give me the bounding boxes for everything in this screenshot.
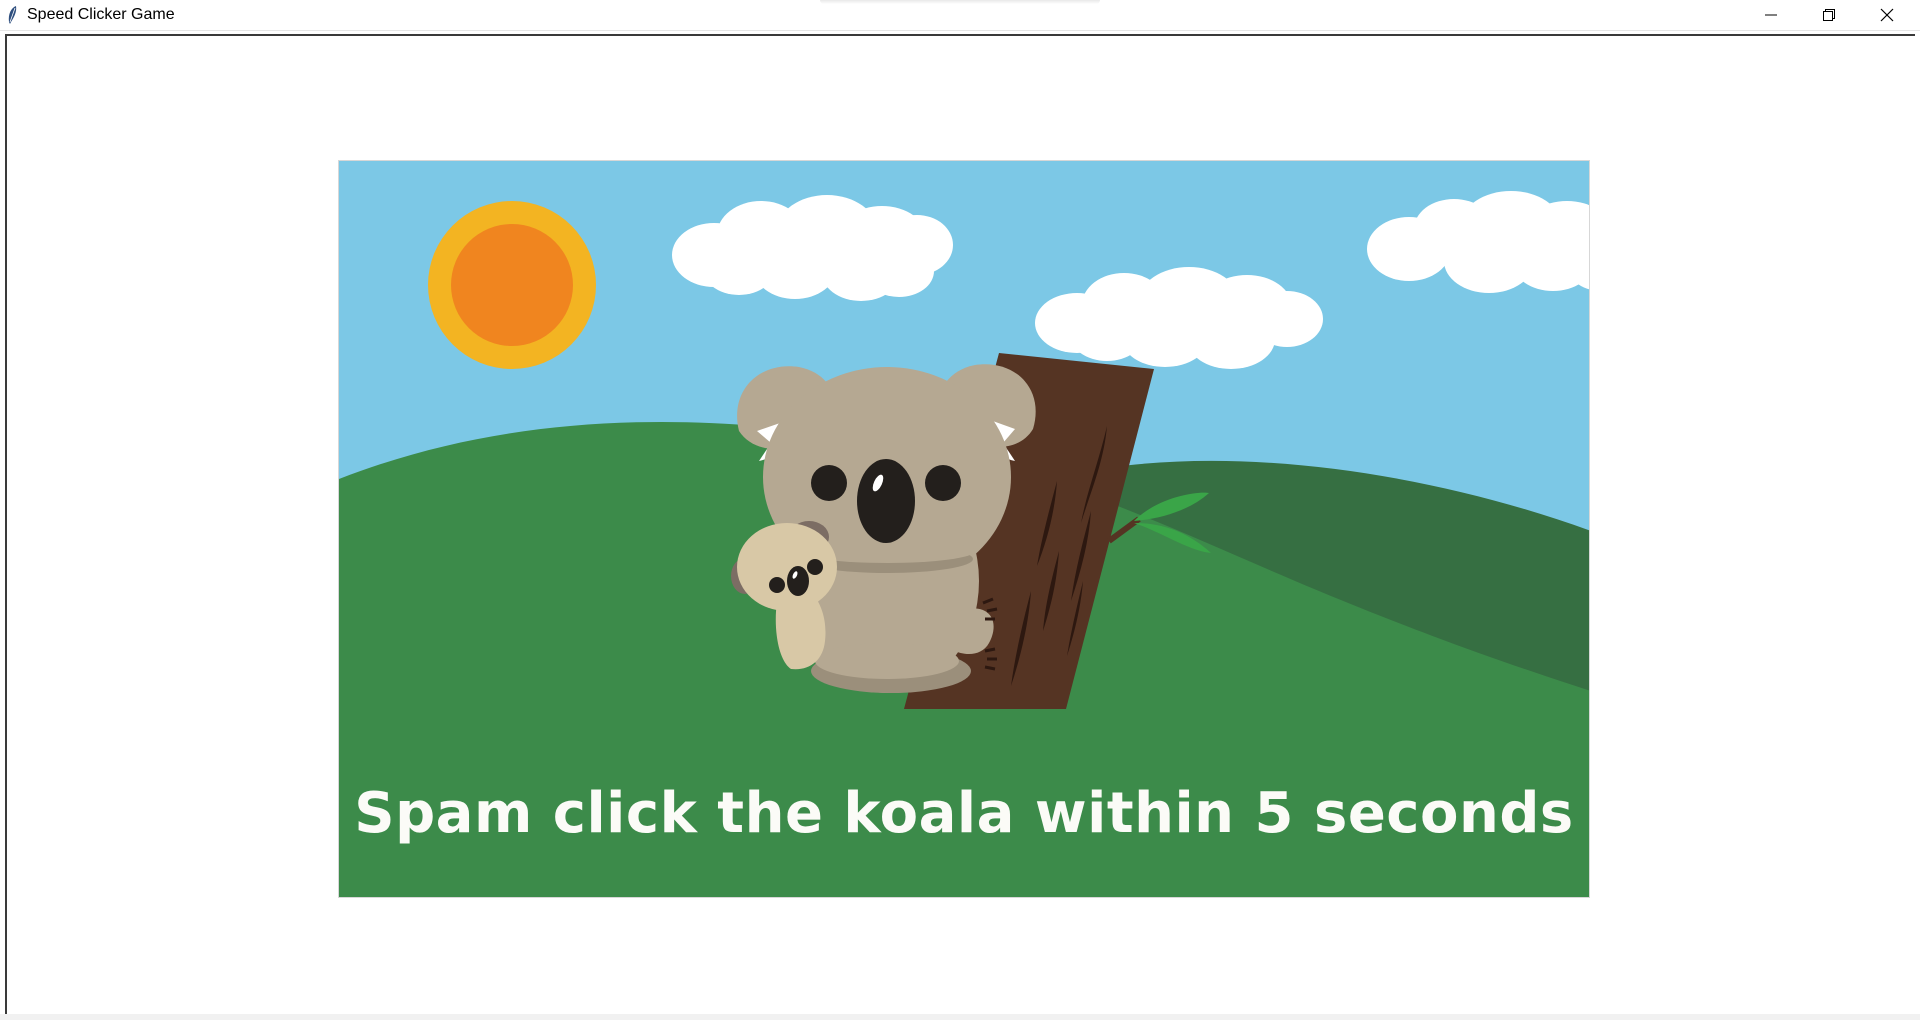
close-icon xyxy=(1880,8,1894,22)
window-bottom-edge xyxy=(0,1014,1920,1020)
restore-button[interactable] xyxy=(1800,0,1858,30)
game-scene: Spam click the koala within 5 seconds xyxy=(338,160,1590,898)
minimize-icon xyxy=(1764,8,1778,22)
title-drag-area xyxy=(820,0,1100,4)
window-title: Speed Clicker Game xyxy=(27,6,175,23)
close-button[interactable] xyxy=(1858,0,1916,30)
sun-icon xyxy=(428,201,596,369)
minimize-button[interactable] xyxy=(1742,0,1800,30)
feather-app-icon xyxy=(5,5,19,25)
restore-icon xyxy=(1822,8,1836,22)
instruction-text: Spam click the koala within 5 seconds xyxy=(354,781,1574,846)
window-titlebar: Speed Clicker Game xyxy=(0,0,1920,31)
